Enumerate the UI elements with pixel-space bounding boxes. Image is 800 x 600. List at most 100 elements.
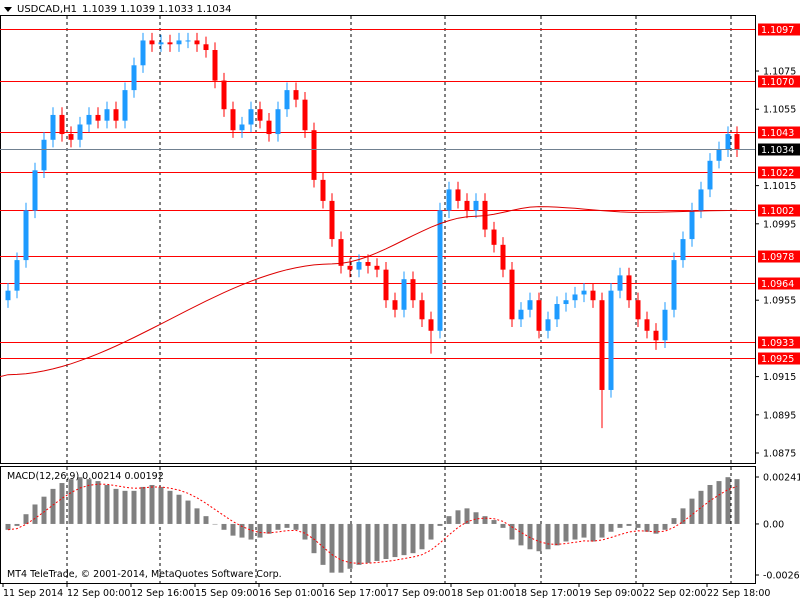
candle — [338, 231, 344, 274]
candle — [302, 92, 308, 138]
candle-body — [203, 44, 209, 51]
candle — [275, 101, 281, 142]
macd-histogram-bar — [383, 523, 389, 560]
candle-body — [707, 160, 713, 190]
candle-body — [347, 265, 353, 270]
x-tick-label: 16 Sep 01:00 — [259, 588, 322, 599]
candle — [446, 181, 452, 219]
candle-body — [455, 189, 461, 201]
macd-histogram-bar — [23, 514, 29, 524]
candle-body — [635, 300, 641, 320]
macd-histogram-bar — [221, 523, 227, 530]
macd-label: MACD(12,26,9) 0.00214 0.00192 — [7, 471, 164, 482]
macd-histogram-bar — [509, 523, 515, 540]
candle-body — [725, 134, 731, 150]
macd-histogram-bar — [698, 490, 704, 524]
candle — [617, 267, 623, 299]
x-tick-label: 19 Sep 09:00 — [579, 588, 642, 599]
level-price-label: 1.1002 — [761, 206, 794, 217]
candle — [113, 101, 119, 129]
candle — [383, 262, 389, 308]
candle-body — [392, 300, 398, 310]
candle — [320, 172, 326, 209]
macd-histogram-bar — [338, 523, 344, 573]
candle — [518, 302, 524, 327]
candle — [77, 116, 83, 148]
candle — [734, 126, 740, 157]
current-price-label: 1.1034 — [761, 145, 794, 156]
candle — [473, 193, 479, 219]
candle-body — [302, 99, 308, 131]
candle-body — [554, 304, 560, 320]
candle-body — [113, 109, 119, 121]
macd-histogram-bar — [428, 523, 434, 540]
macd-histogram-bar — [95, 481, 101, 524]
macd-histogram-bar — [41, 496, 47, 524]
candle-body — [329, 200, 335, 240]
macd-tick-label: -0.00262 — [763, 571, 800, 582]
macd-histogram-bar — [212, 523, 218, 525]
candle-body — [374, 265, 380, 270]
candle — [545, 311, 551, 339]
macd-histogram-bar — [257, 523, 263, 538]
candle-body — [32, 170, 38, 211]
candle — [248, 101, 254, 133]
y-tick-label: 1.0995 — [763, 219, 796, 230]
macd-histogram-bar — [437, 523, 443, 526]
candle — [59, 107, 65, 142]
candle-body — [680, 239, 686, 261]
macd-histogram-bar — [725, 477, 731, 524]
candle — [599, 292, 605, 429]
macd-histogram-bar — [311, 523, 317, 554]
candle — [581, 283, 587, 303]
candle-body — [662, 309, 668, 341]
candle — [41, 132, 47, 178]
candle — [716, 141, 722, 169]
candle-body — [5, 290, 11, 301]
candle — [95, 107, 101, 129]
candle — [266, 113, 272, 142]
candle — [140, 32, 146, 73]
macd-histogram-bar — [59, 483, 65, 524]
level-price-label: 1.0925 — [761, 354, 794, 365]
macd-histogram-bar — [473, 512, 479, 524]
macd-histogram-bar — [455, 510, 461, 524]
level-price-label: 1.0978 — [761, 252, 794, 263]
dropdown-triangle-icon[interactable] — [4, 7, 12, 12]
macd-histogram-bar — [716, 481, 722, 524]
macd-histogram-bar — [68, 479, 74, 524]
macd-histogram-bar — [581, 523, 587, 538]
x-tick-label: 17 Sep 09:00 — [387, 588, 450, 599]
candle — [680, 231, 686, 268]
candle — [257, 101, 263, 129]
macd-histogram-bar — [77, 477, 83, 524]
x-tick-label: 12 Sep 16:00 — [131, 588, 194, 599]
candle — [284, 82, 290, 117]
macd-histogram-bar — [392, 523, 398, 558]
candle — [419, 292, 425, 327]
macd-histogram-bar — [491, 520, 497, 524]
macd-histogram-bar — [122, 490, 128, 524]
candle — [500, 237, 506, 278]
macd-histogram-bar — [149, 484, 155, 524]
candle — [401, 271, 407, 318]
candle-body — [356, 262, 362, 270]
candle — [149, 32, 155, 52]
level-price-label: 1.1097 — [761, 25, 794, 36]
level-price-label: 1.0933 — [761, 338, 794, 349]
candle-body — [410, 279, 416, 301]
macd-histogram-bar — [482, 516, 488, 524]
macd-histogram-bar — [293, 523, 299, 530]
candle — [392, 292, 398, 318]
macd-histogram-bar — [302, 523, 308, 540]
x-tick-label: 22 Sep 18:00 — [707, 588, 770, 599]
level-price-label: 1.0964 — [761, 279, 794, 290]
candle-body — [239, 124, 245, 131]
candle — [329, 193, 335, 247]
candle-body — [536, 300, 542, 331]
candle — [644, 311, 650, 339]
x-tick-label: 22 Sep 02:00 — [643, 588, 706, 599]
candle-body — [518, 309, 524, 320]
candle-body — [500, 244, 506, 270]
y-tick-label: 1.0915 — [763, 372, 796, 383]
